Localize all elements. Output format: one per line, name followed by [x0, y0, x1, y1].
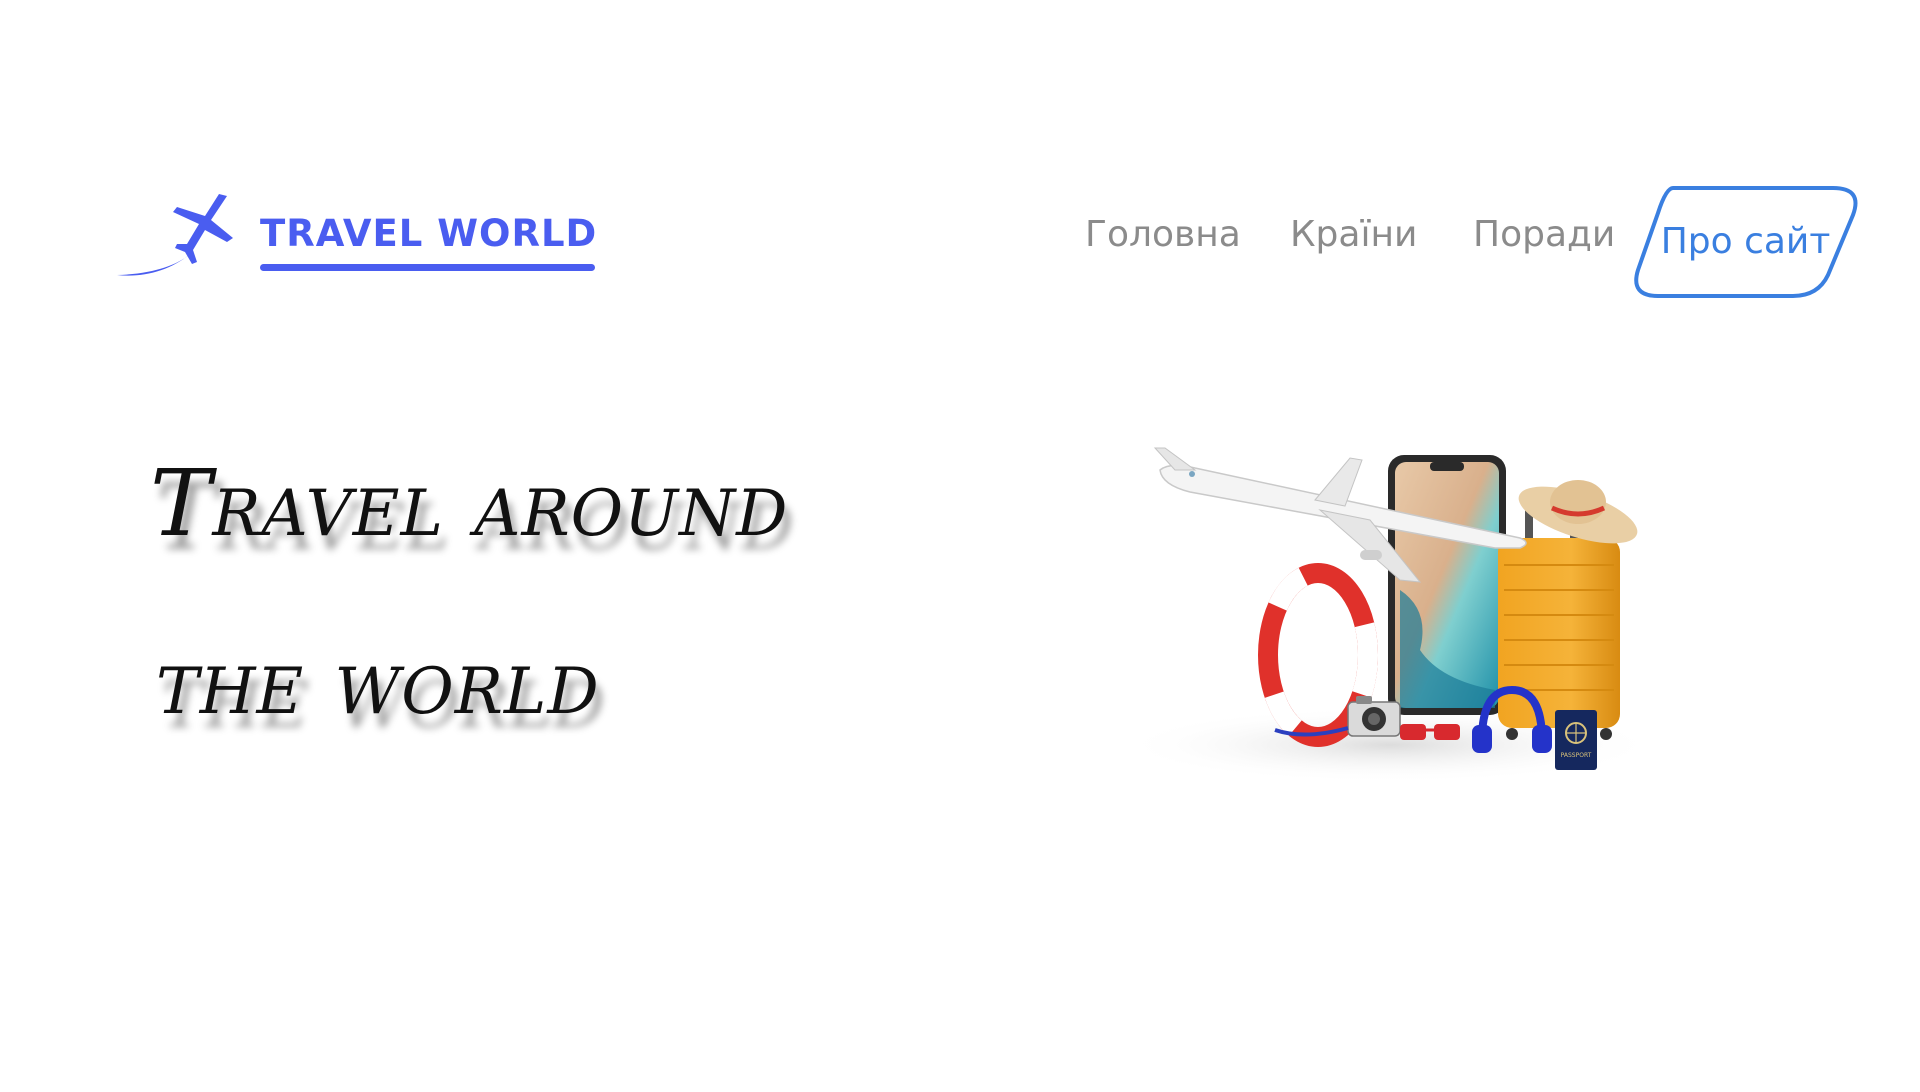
site-logo[interactable]: TRAVEL WORLD	[115, 192, 605, 282]
nav-item-home[interactable]: Головна	[1085, 214, 1241, 255]
nav-item-countries[interactable]: Країни	[1290, 214, 1417, 255]
travel-illustration-image: PASSPORT	[1120, 447, 1660, 780]
brand-name: TRAVEL WORLD	[260, 212, 598, 255]
about-button-label: Про сайт	[1660, 221, 1831, 262]
nav-item-about-button[interactable]: Про сайт	[1628, 185, 1863, 299]
brand-underline	[260, 264, 595, 271]
travel-illustration: PASSPORT	[1100, 440, 1660, 780]
passport-label: PASSPORT	[1561, 752, 1592, 759]
passport-icon: PASSPORT	[1555, 710, 1597, 770]
camera-icon	[1347, 696, 1401, 737]
nav-item-tips[interactable]: Поради	[1473, 214, 1615, 255]
airplane-logo-icon	[117, 194, 233, 276]
hero-title-line-1: Travel around	[150, 450, 789, 557]
hero-title-line-2: the world	[156, 628, 600, 735]
smartphone-icon	[1388, 455, 1506, 715]
